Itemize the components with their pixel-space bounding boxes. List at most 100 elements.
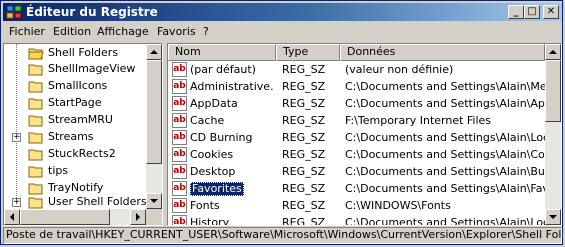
menu-edition[interactable]: Edition: [53, 25, 91, 39]
string-value-icon: ab: [172, 79, 187, 94]
string-value-icon: ab: [172, 130, 187, 145]
scroll-thumb[interactable]: [545, 60, 561, 122]
value-type: REG_SZ: [282, 131, 326, 144]
registry-editor-window: Éditeur du Registre _ □ ✕ Fichier Editio…: [0, 0, 563, 245]
value-name: CD Burning: [190, 131, 253, 144]
value-type: REG_SZ: [282, 63, 326, 76]
value-row[interactable]: ab Fonts REG_SZ C:\WINDOWS\Fonts: [168, 198, 545, 215]
title-bar[interactable]: Éditeur du Registre _ □ ✕: [3, 3, 562, 21]
arrow-down-icon: [549, 215, 557, 219]
arrow-up-icon: [549, 50, 557, 54]
value-data: C:\Documents and Settings\Alain\Loc...: [345, 216, 545, 226]
value-name: Favorites: [190, 182, 244, 196]
folder-icon: [28, 197, 43, 209]
folder-icon: [28, 64, 43, 76]
arrow-left-icon: [10, 213, 14, 221]
column-header-type[interactable]: Type: [276, 44, 340, 61]
minimize-button[interactable]: _: [508, 5, 524, 19]
value-type: REG_SZ: [282, 165, 326, 178]
value-data: C:\Documents and Settings\Alain\Bur...: [345, 165, 545, 178]
string-value-icon: ab: [172, 164, 187, 179]
value-row[interactable]: ab AppData REG_SZ C:\Documents and Setti…: [168, 96, 545, 113]
folder-icon: [28, 81, 43, 93]
value-row[interactable]: ab Cookies REG_SZ C:\Documents and Setti…: [168, 147, 545, 164]
scroll-thumb-horizontal[interactable]: [20, 209, 110, 225]
value-row[interactable]: ab Cache REG_SZ F:\Temporary Internet Fi…: [168, 113, 545, 130]
value-type: REG_SZ: [282, 97, 326, 110]
panes: Shell Folders ShellImageView SmallIcons …: [3, 43, 562, 226]
value-name: AppData: [190, 97, 238, 110]
value-name: Desktop: [190, 165, 236, 178]
scroll-corner: [146, 209, 162, 225]
key-tree[interactable]: Shell Folders ShellImageView SmallIcons …: [3, 43, 163, 226]
tree-item-label: Shell Folders: [48, 46, 119, 59]
scroll-up-button[interactable]: [146, 44, 162, 60]
scroll-down-button[interactable]: [545, 209, 561, 225]
value-name: Fonts: [190, 199, 220, 212]
value-data: C:\Documents and Settings\Alain\App...: [345, 97, 545, 110]
menu-fichier[interactable]: Fichier: [9, 25, 45, 39]
tree-item-label: StuckRects2: [48, 147, 116, 160]
folder-icon: [28, 149, 43, 161]
string-value-icon: ab: [172, 147, 187, 162]
value-name: (par défaut): [190, 63, 256, 76]
value-name: Administrative...: [190, 80, 274, 93]
value-data: F:\Temporary Internet Files: [345, 114, 492, 127]
values-list[interactable]: Nom Type Données ab (par défaut) REG_SZ …: [167, 43, 562, 226]
maximize-button[interactable]: □: [524, 5, 540, 19]
folder-icon: [28, 115, 43, 127]
value-row[interactable]: ab (par défaut) REG_SZ (valeur non défin…: [168, 62, 545, 79]
string-value-icon: ab: [172, 62, 187, 77]
menu-affichage[interactable]: Affichage: [97, 25, 149, 39]
tree-item-label: SmallIcons: [48, 79, 108, 92]
value-type: REG_SZ: [282, 216, 326, 226]
string-value-icon: ab: [172, 198, 187, 213]
value-row[interactable]: ab Desktop REG_SZ C:\Documents and Setti…: [168, 164, 545, 181]
scroll-right-button[interactable]: [130, 209, 146, 225]
value-data: (valeur non définie): [345, 63, 454, 76]
menu-bar: Fichier Edition Affichage Favoris ?: [3, 23, 562, 41]
list-vertical-scrollbar[interactable]: [545, 44, 561, 225]
expand-plus-icon[interactable]: +: [12, 133, 21, 142]
registry-app-icon: [6, 5, 22, 19]
tree-item-label: StreamMRU: [48, 113, 113, 126]
expand-plus-icon[interactable]: +: [12, 198, 21, 207]
tree-horizontal-scrollbar[interactable]: [4, 209, 146, 225]
value-row[interactable]: ab Administrative... REG_SZ C:\Documents…: [168, 79, 545, 96]
value-type: REG_SZ: [282, 80, 326, 93]
tree-item-label: tips: [48, 164, 69, 177]
folder-open-icon: [28, 48, 44, 60]
tree-item-label: ShellImageView: [48, 62, 136, 75]
column-header-data[interactable]: Données: [340, 44, 545, 61]
menu-help[interactable]: ?: [203, 25, 209, 39]
value-type: REG_SZ: [282, 148, 326, 161]
value-type: REG_SZ: [282, 199, 326, 212]
string-value-icon: ab: [172, 181, 187, 196]
value-name: History: [190, 216, 230, 226]
arrow-right-icon: [136, 213, 140, 221]
string-value-icon: ab: [172, 96, 187, 111]
arrow-down-icon: [150, 199, 158, 203]
tree-item-label: Streams: [48, 130, 94, 143]
value-row[interactable]: ab CD Burning REG_SZ C:\Documents and Se…: [168, 130, 545, 147]
value-type: REG_SZ: [282, 114, 326, 127]
folder-icon: [28, 132, 43, 144]
value-row-selected[interactable]: ab Favorites REG_SZ C:\Documents and Set…: [168, 181, 545, 198]
close-button[interactable]: ✕: [543, 5, 559, 19]
status-bar: Poste de travail\HKEY_CURRENT_USER\Softw…: [3, 227, 562, 244]
value-row[interactable]: ab History REG_SZ C:\Documents and Setti…: [168, 215, 545, 226]
scroll-down-button[interactable]: [146, 193, 162, 209]
value-name: Cache: [190, 114, 225, 127]
tree-item-label: StartPage: [48, 96, 102, 109]
value-data: C:\WINDOWS\Fonts: [345, 199, 451, 212]
tree-vertical-scrollbar[interactable]: [146, 44, 162, 209]
value-data: C:\Documents and Settings\Alain\Me...: [345, 80, 545, 93]
value-data: C:\Documents and Settings\Alain\Coo...: [345, 148, 545, 161]
column-header-name[interactable]: Nom: [168, 44, 276, 61]
value-name: Cookies: [190, 148, 234, 161]
scroll-left-button[interactable]: [4, 209, 20, 225]
scroll-up-button[interactable]: [545, 44, 561, 60]
tree-item-label: User Shell Folders: [48, 195, 147, 208]
scroll-thumb[interactable]: [146, 60, 162, 164]
menu-favoris[interactable]: Favoris: [157, 25, 196, 39]
